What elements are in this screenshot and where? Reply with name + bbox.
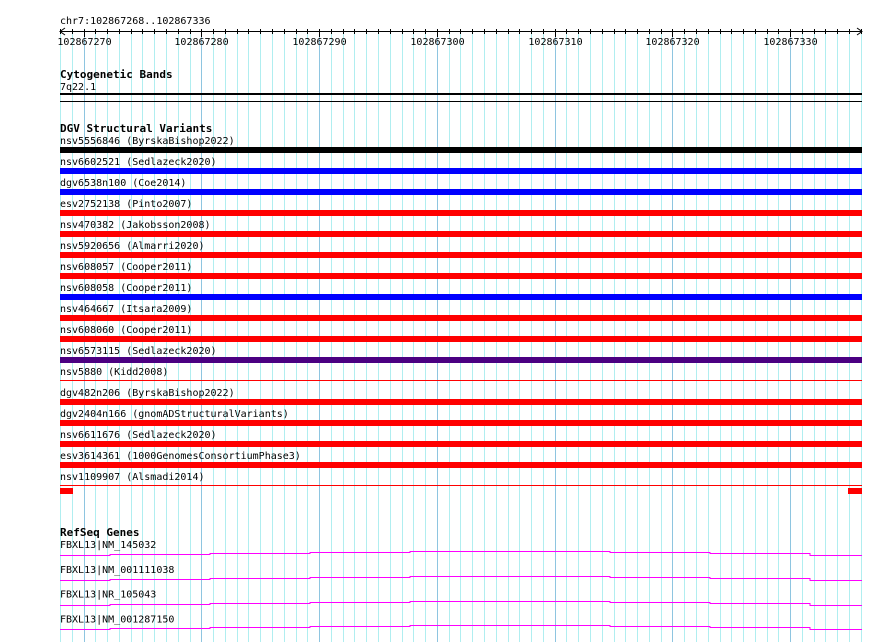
variant-bar[interactable] [60,399,862,405]
variant-label: dgv2404n166 (gnomADStructuralVariants) [60,409,289,420]
variant-label: nsv5920656 (Almarri2020) [60,241,205,252]
variant-start-block[interactable] [60,488,73,494]
variant-label: nsv464667 (Itsara2009) [60,304,192,315]
variant-label: nsv6573115 (Sedlazeck2020) [60,346,217,357]
variant-label: nsv608058 (Cooper2011) [60,283,192,294]
variant-end-block[interactable] [848,488,862,494]
gene-label: FBXL13|NM_001287150 [60,614,174,625]
genome-browser-panel: chr7:102867268..102867336 102867270 10286… [0,0,890,642]
variant-bar[interactable] [60,336,862,342]
track-canvas[interactable]: chr7:102867268..102867336 102867270 10286… [0,0,890,642]
region-label: chr7:102867268..102867336 [60,16,211,27]
variant-bar[interactable] [60,294,862,300]
variant-label: dgv6538n100 (Coe2014) [60,178,186,189]
variant-bar[interactable] [60,441,862,447]
variant-bar[interactable] [60,252,862,258]
variant-label: nsv608057 (Cooper2011) [60,262,192,273]
variant-label: nsv608060 (Cooper2011) [60,325,192,336]
gene-label: FBXL13|NM_145032 [60,540,156,551]
variant-bar[interactable] [60,147,862,153]
variant-bar[interactable] [60,315,862,321]
ruler[interactable]: 102867270 102867280 102867290 102867300 1028… [57,27,863,48]
variant-label: esv3614361 (1000GenomesConsortiumPhase3) [60,451,301,462]
variant-line[interactable] [60,380,862,381]
variant-line[interactable] [60,485,862,486]
variant-bar[interactable] [60,273,862,279]
variant-label: esv2752138 (Pinto2007) [60,199,192,210]
gene-label: FBXL13|NR_105043 [60,590,156,601]
variant-bar[interactable] [60,420,862,426]
variant-bar[interactable] [60,210,862,216]
ruler-tick-label: 102867300 [410,37,464,48]
variant-label: nsv470382 (Jakobsson2008) [60,220,211,231]
refseq-track-title: RefSeq Genes [60,526,139,539]
variant-label: nsv6602521 (Sedlazeck2020) [60,157,217,168]
cytoband-track-divider [60,101,862,102]
variant-label: nsv1109907 (Alsmadi2014) [60,472,205,483]
variant-label: nsv5556846 (ByrskaBishop2022) [60,136,235,147]
ruler-tick-label: 102867320 [645,37,699,48]
gene-label: FBXL13|NM_001111038 [60,565,174,576]
variant-label: nsv5880 (Kidd2008) [60,367,168,378]
variant-bar[interactable] [60,357,862,363]
variant-bar[interactable] [60,462,862,468]
variant-bar[interactable] [60,231,862,237]
variant-label: nsv6611676 (Sedlazeck2020) [60,430,217,441]
variant-label: dgv482n206 (ByrskaBishop2022) [60,388,235,399]
ruler-tick-label: 102867330 [763,37,817,48]
ruler-tick-label: 102867270 [57,37,111,48]
variant-bar[interactable] [60,189,862,195]
ruler-tick-label: 102867290 [292,37,346,48]
ruler-tick-label: 102867280 [174,37,228,48]
cytoband-bar[interactable] [60,93,862,95]
variant-bar[interactable] [60,168,862,174]
dgv-track-title: DGV Structural Variants [60,122,212,135]
cytoband-label: 7q22.1 [60,82,96,93]
cytogenetic-bands-title: Cytogenetic Bands [60,68,173,81]
ruler-tick-label: 102867310 [528,37,582,48]
